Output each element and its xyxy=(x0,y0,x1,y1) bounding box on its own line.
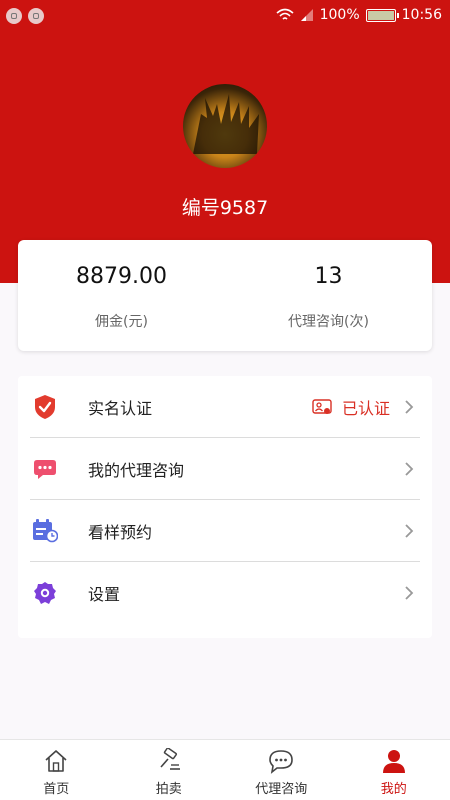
menu-item-settings[interactable]: 设置 xyxy=(30,562,420,624)
gear-icon xyxy=(32,580,58,606)
verified-status: 已认证 xyxy=(341,398,390,418)
notification-icon xyxy=(28,8,44,24)
commission-stat[interactable]: 8879.00 佣金(元) xyxy=(18,240,225,351)
person-icon xyxy=(382,750,405,773)
menu-item-my-consultations[interactable]: 我的代理咨询 xyxy=(30,438,420,500)
tab-label: 拍卖 xyxy=(155,782,182,797)
signal-icon xyxy=(300,9,313,21)
battery-percent: 100% xyxy=(319,7,360,23)
chevron-right-icon xyxy=(405,399,414,414)
clock: 10:56 xyxy=(401,7,442,23)
chevron-right-icon xyxy=(405,461,414,476)
commission-value: 8879.00 xyxy=(76,264,167,289)
tab-home[interactable]: 首页 xyxy=(0,740,113,800)
shield-check-icon xyxy=(32,394,58,420)
menu-item-viewing-appointment[interactable]: 看样预约 xyxy=(30,500,420,562)
consult-count-stat[interactable]: 13 代理咨询(次) xyxy=(225,240,432,351)
bottom-tab-bar: 首页 拍卖 代理咨询 我的 xyxy=(0,739,450,800)
tab-label: 代理咨询 xyxy=(255,782,308,797)
tab-consultation[interactable]: 代理咨询 xyxy=(225,740,338,800)
tab-label: 我的 xyxy=(380,782,407,797)
menu-item-label: 设置 xyxy=(88,585,121,604)
tab-label: 首页 xyxy=(43,782,70,797)
consult-count-value: 13 xyxy=(314,264,343,289)
chat-bubble-icon xyxy=(32,456,58,482)
avatar[interactable] xyxy=(183,84,267,168)
calendar-clock-icon xyxy=(32,518,58,544)
status-bar: 100% 10:56 xyxy=(0,0,450,32)
menu-item-label: 我的代理咨询 xyxy=(88,460,185,480)
menu-item-verification[interactable]: 实名认证 已认证 xyxy=(30,376,420,438)
id-card-icon xyxy=(312,398,332,414)
commission-label: 佣金(元) xyxy=(95,314,148,330)
auction-hammer-icon xyxy=(160,748,180,770)
tab-auction[interactable]: 拍卖 xyxy=(113,740,226,800)
chevron-right-icon xyxy=(405,586,414,600)
home-icon xyxy=(45,750,67,772)
menu-item-label: 看样预约 xyxy=(88,522,153,542)
profile-page: 100% 10:56 编号9587 8879.00 佣金(元) 13 代理咨询(… xyxy=(0,0,450,800)
chat-icon xyxy=(269,750,294,774)
stats-card: 8879.00 佣金(元) 13 代理咨询(次) xyxy=(18,240,432,351)
chevron-right-icon xyxy=(405,523,414,538)
tab-mine[interactable]: 我的 xyxy=(338,740,450,800)
battery-icon xyxy=(365,8,399,22)
user-id: 编号9587 xyxy=(181,197,269,219)
wifi-icon xyxy=(276,8,294,20)
consult-count-label: 代理咨询(次) xyxy=(288,314,369,330)
menu-list: 实名认证 已认证 我的代理咨询 看样预约 设置 xyxy=(18,376,432,638)
menu-item-label: 实名认证 xyxy=(88,398,153,418)
notification-icon xyxy=(6,8,22,24)
